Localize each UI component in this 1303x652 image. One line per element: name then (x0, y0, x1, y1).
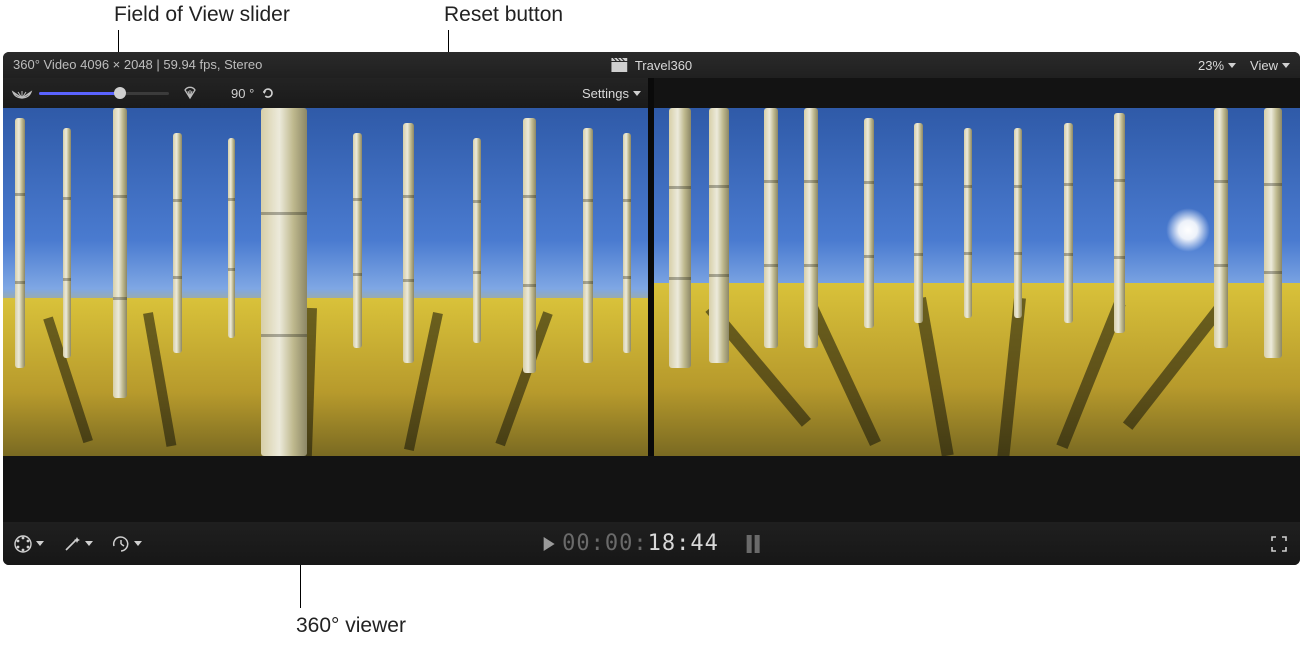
fov-value: 90 ° (231, 86, 254, 101)
zoom-dropdown[interactable]: 23% (1198, 58, 1236, 73)
zoom-value: 23% (1198, 58, 1224, 73)
fov-toolbar: 90 ° Settings (3, 78, 651, 109)
settings-dropdown[interactable]: Settings (582, 78, 641, 108)
settings-label: Settings (582, 86, 629, 101)
play-button[interactable] (543, 537, 554, 551)
view-dropdown[interactable]: View (1250, 58, 1290, 73)
clip-info-text: 360° Video 4096 × 2048 | 59.94 fps, Ster… (13, 57, 262, 72)
timecode-lit: 18:44 (648, 531, 719, 556)
fov-narrow-icon (179, 86, 201, 100)
chevron-down-icon (134, 541, 142, 546)
transport-bar: 00:00:18:44 (3, 522, 1300, 565)
project-name: Travel360 (635, 58, 692, 73)
timecode-dim: 00:00: (562, 531, 647, 556)
chevron-down-icon (1282, 63, 1290, 68)
right-toolbar-spacer (654, 78, 1300, 108)
equirectangular-pane[interactable] (654, 108, 1300, 456)
timecode-display[interactable]: 00:00:18:44 (562, 531, 719, 556)
clapperboard-icon (611, 58, 627, 72)
chevron-down-icon (36, 541, 44, 546)
chevron-down-icon (633, 91, 641, 96)
slider-fill (39, 92, 117, 95)
reset-button[interactable] (260, 85, 276, 101)
callout-viewer-label: 360° viewer (296, 614, 406, 638)
360-viewer-pane[interactable] (3, 108, 648, 456)
slider-thumb[interactable] (114, 87, 126, 99)
enhance-tools-dropdown[interactable] (62, 534, 93, 554)
view-label: View (1250, 58, 1278, 73)
callout-reset-label: Reset button (444, 3, 563, 27)
fov-wide-icon (11, 86, 33, 100)
chevron-down-icon (1228, 63, 1236, 68)
info-bar: 360° Video 4096 × 2048 | 59.94 fps, Ster… (3, 52, 1300, 79)
fullscreen-button[interactable] (1270, 535, 1288, 553)
retime-tools-dropdown[interactable] (111, 534, 142, 554)
lower-band (3, 456, 1300, 522)
viewer-window: 360° Video 4096 × 2048 | 59.94 fps, Ster… (3, 52, 1300, 565)
color-tools-dropdown[interactable] (13, 534, 44, 554)
chevron-down-icon (85, 541, 93, 546)
callout-fov-label: Field of View slider (114, 3, 290, 27)
audio-meter (747, 535, 760, 553)
fov-slider[interactable] (39, 86, 169, 100)
